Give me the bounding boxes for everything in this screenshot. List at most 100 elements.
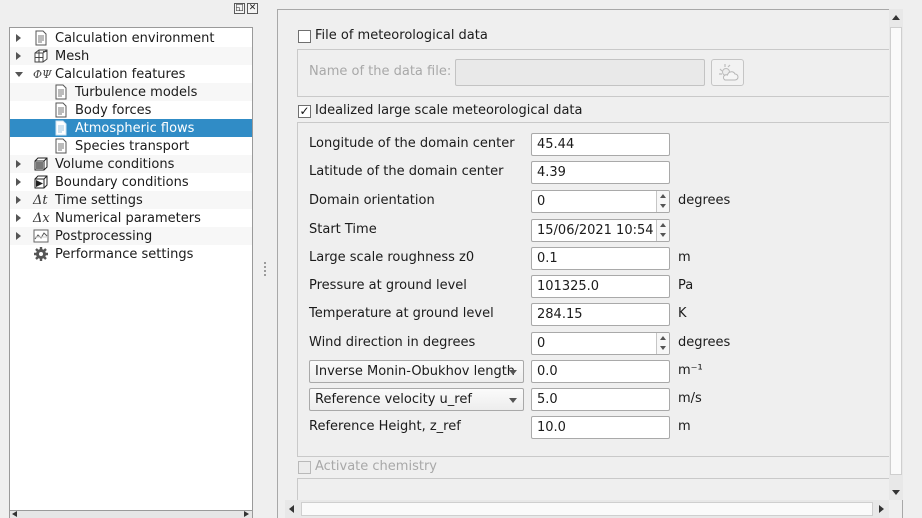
tree-item-label: Time settings <box>55 192 143 208</box>
latitude-input[interactable]: 4.39 <box>531 161 670 184</box>
activate-chemistry-checkbox[interactable] <box>298 461 311 474</box>
scroll-right-arrow-icon[interactable] <box>244 511 249 517</box>
tree-item-label: Boundary conditions <box>55 174 189 190</box>
scroll-left-arrow-icon[interactable] <box>289 505 294 513</box>
spin-down-icon[interactable] <box>660 204 666 208</box>
phi-psi-icon: ΦΨ <box>33 67 52 81</box>
tree-item-postprocessing[interactable]: Postprocessing <box>10 227 252 245</box>
boundary-icon <box>34 175 48 189</box>
expand-arrow-icon[interactable] <box>16 178 21 186</box>
tree-item-numerical-parameters[interactable]: Δx Numerical parameters <box>10 209 252 227</box>
idealized-data-checkbox[interactable]: ✓ <box>298 105 311 118</box>
activate-chemistry-label: Activate chemistry <box>315 459 437 474</box>
idealized-data-label: Idealized large scale meteorological dat… <box>315 103 583 118</box>
chevron-down-icon <box>509 370 517 375</box>
scroll-down-arrow-icon[interactable] <box>892 490 900 495</box>
tree-item-label: Calculation features <box>55 66 186 82</box>
spin-buttons[interactable] <box>656 191 669 212</box>
chevron-down-icon <box>509 398 517 403</box>
tree-item-mesh[interactable]: Mesh <box>10 47 252 65</box>
tree-item-label: Mesh <box>55 48 90 64</box>
spin-up-icon[interactable] <box>660 223 666 227</box>
horizontal-scroll-thumb[interactable] <box>301 502 873 516</box>
tree-item-label: Atmospheric flows <box>75 120 195 136</box>
atmospheric-flows-panel: File of meteorological data Name of the … <box>277 9 903 518</box>
stability-parameter-combobox[interactable]: Inverse Monin-Obukhov length <box>309 360 524 383</box>
expand-arrow-icon[interactable] <box>16 196 21 204</box>
tree-item-performance-settings[interactable]: Performance settings <box>10 245 252 263</box>
tree-item-label: Volume conditions <box>55 156 175 172</box>
spin-buttons[interactable] <box>656 220 669 241</box>
open-meteo-file-button[interactable] <box>711 59 744 86</box>
tree-item-label: Numerical parameters <box>55 210 201 226</box>
spin-up-icon[interactable] <box>660 194 666 198</box>
longitude-input[interactable]: 45.44 <box>531 133 670 156</box>
tree-item-boundary-conditions[interactable]: Boundary conditions <box>10 173 252 191</box>
spin-down-icon[interactable] <box>660 346 666 350</box>
meteo-file-checkbox[interactable] <box>298 30 311 43</box>
reference-velocity-unit: m/s <box>678 391 702 406</box>
float-dock-button[interactable]: ◱ <box>234 3 245 14</box>
reference-velocity-selected: Reference velocity u_ref <box>315 392 472 407</box>
domain-orientation-spinbox[interactable]: 0 <box>531 190 670 213</box>
document-icon <box>55 102 67 118</box>
temperature-unit: K <box>678 306 687 321</box>
tree-item-label: Species transport <box>75 138 190 154</box>
domain-orientation-unit: degrees <box>678 193 731 208</box>
roughness-unit: m <box>678 250 691 265</box>
reference-height-input[interactable]: 10.0 <box>531 416 670 439</box>
start-time-value: 15/06/2021 10:54 <box>537 223 654 238</box>
domain-orientation-value: 0 <box>537 194 546 209</box>
expand-arrow-icon[interactable] <box>16 34 21 42</box>
tree-item-calculation-features[interactable]: ΦΨ Calculation features <box>10 65 252 83</box>
start-time-label: Start Time <box>309 222 377 237</box>
wind-direction-unit: degrees <box>678 335 731 350</box>
data-file-label: Name of the data file: <box>309 64 452 79</box>
pressure-label: Pressure at ground level <box>309 278 467 293</box>
tree-item-body-forces[interactable]: Body forces <box>10 101 252 119</box>
reference-height-unit: m <box>678 419 691 434</box>
tree-item-turbulence-models[interactable]: Turbulence models <box>10 83 252 101</box>
scroll-up-arrow-icon[interactable] <box>892 15 900 20</box>
tree-horizontal-scrollbar[interactable] <box>9 510 253 518</box>
tree-item-label: Turbulence models <box>75 84 198 100</box>
expand-arrow-icon[interactable] <box>16 160 21 168</box>
close-dock-button[interactable]: ✕ <box>247 3 258 14</box>
tree-item-time-settings[interactable]: Δt Time settings <box>10 191 252 209</box>
tree-item-volume-conditions[interactable]: Volume conditions <box>10 155 252 173</box>
stability-parameter-unit: m⁻¹ <box>678 363 703 378</box>
reference-velocity-input[interactable]: 5.0 <box>531 388 670 411</box>
delta-x-icon: Δx <box>33 210 50 226</box>
vertical-scroll-thumb[interactable] <box>890 27 902 475</box>
spin-up-icon[interactable] <box>660 336 666 340</box>
data-file-input[interactable] <box>455 59 705 86</box>
tree-item-calculation-environment[interactable]: Calculation environment <box>10 29 252 47</box>
spin-down-icon[interactable] <box>660 233 666 237</box>
expand-arrow-icon[interactable] <box>16 52 21 60</box>
scroll-right-arrow-icon[interactable] <box>879 505 884 513</box>
stability-parameter-input[interactable]: 0.0 <box>531 360 670 383</box>
navigation-tree[interactable]: Calculation environment Mesh ΦΨ Calculat… <box>9 27 253 518</box>
dock-title-buttons: ◱ ✕ <box>234 3 258 14</box>
tree-item-atmospheric-flows[interactable]: Atmospheric flows <box>10 119 252 137</box>
temperature-label: Temperature at ground level <box>309 306 494 321</box>
start-time-datetime-edit[interactable]: 15/06/2021 10:54 <box>531 219 670 242</box>
expand-arrow-icon[interactable] <box>16 214 21 222</box>
expand-arrow-icon[interactable] <box>16 232 21 240</box>
reference-velocity-combobox[interactable]: Reference velocity u_ref <box>309 388 524 411</box>
panel-horizontal-scrollbar[interactable] <box>285 500 889 518</box>
panel-vertical-scrollbar[interactable] <box>889 9 903 500</box>
domain-orientation-label: Domain orientation <box>309 193 435 208</box>
document-icon <box>55 120 67 136</box>
roughness-input[interactable]: 0.1 <box>531 247 670 270</box>
weather-icon <box>719 64 739 81</box>
pressure-input[interactable]: 101325.0 <box>531 275 670 298</box>
gear-icon <box>34 247 48 261</box>
temperature-input[interactable]: 284.15 <box>531 303 670 326</box>
wind-direction-spinbox[interactable]: 0 <box>531 332 670 355</box>
scroll-left-arrow-icon[interactable] <box>12 511 17 517</box>
spin-buttons[interactable] <box>656 333 669 354</box>
splitter-handle[interactable] <box>264 262 266 276</box>
tree-item-species-transport[interactable]: Species transport <box>10 137 252 155</box>
collapse-arrow-icon[interactable] <box>15 72 23 77</box>
